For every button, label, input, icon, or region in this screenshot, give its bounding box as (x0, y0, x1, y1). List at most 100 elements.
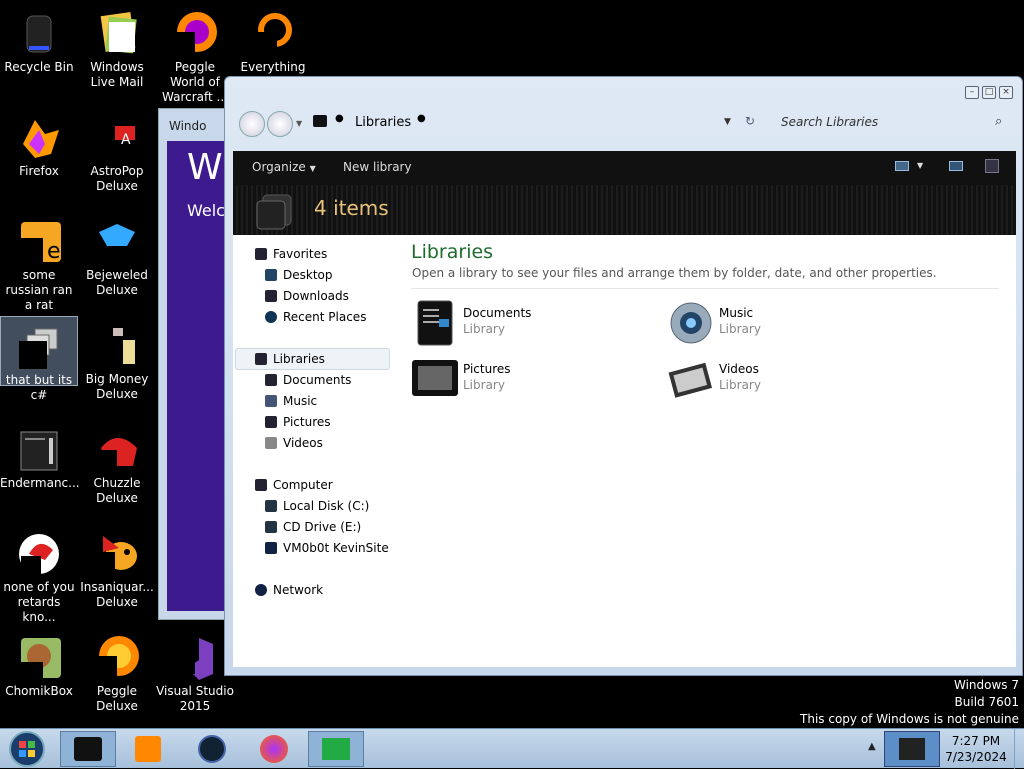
chomikbox-icon (21, 638, 61, 678)
desktop-icon-big-money[interactable]: Big Money Deluxe (78, 316, 156, 402)
breadcrumb-libraries[interactable]: Libraries (355, 115, 411, 130)
desktop-icon-windows-live-mail[interactable]: Windows Live Mail (78, 4, 156, 90)
organize-button[interactable]: Organize ▼ (252, 160, 316, 174)
search-input[interactable]: Search Libraries (781, 115, 878, 129)
installer-icon (322, 738, 350, 760)
documents-icon (265, 374, 277, 386)
music-icon (670, 302, 712, 344)
nav-documents[interactable]: Documents (265, 373, 351, 387)
nav-local-disk[interactable]: Local Disk (C:) (265, 499, 369, 513)
explorer-window[interactable]: – □ × ▼ ● Libraries ● ▼ ↻ Search Librari… (224, 76, 1023, 676)
recent-pages-chevron-icon[interactable]: ▼ (296, 119, 302, 128)
desktop-icon-endermanch[interactable]: Endermanc... (0, 420, 80, 491)
window-stack-icon (19, 328, 58, 369)
search-box[interactable]: Search Libraries ⌕ (773, 111, 1013, 135)
nav-recent-places[interactable]: Recent Places (265, 310, 366, 324)
refresh-icon[interactable]: ↻ (745, 114, 755, 128)
clock[interactable]: 7:27 PM 7/23/2024 (940, 733, 1012, 765)
pictures-icon (412, 360, 458, 396)
videos-icon (265, 437, 277, 449)
address-bar[interactable]: ● Libraries ● ▼ ↻ (305, 113, 770, 133)
start-button[interactable] (6, 730, 48, 768)
view-chevron-down-icon[interactable]: ▼ (917, 161, 923, 170)
taskbar-installer[interactable] (308, 731, 364, 767)
nav-network[interactable]: Network (255, 583, 323, 597)
desktop-icon-firefox[interactable]: Firefox (0, 108, 78, 179)
nav-favorites[interactable]: Favorites (255, 247, 327, 261)
divider (411, 288, 999, 289)
recent-places-icon (265, 311, 277, 323)
bird-icon (19, 534, 59, 576)
nav-videos[interactable]: Videos (265, 436, 323, 450)
astropop-icon: A (99, 126, 135, 158)
show-desktop-button[interactable] (1014, 729, 1024, 769)
library-documents[interactable]: Documents Library (411, 299, 651, 347)
taskbar: ▲ 7:27 PM 7/23/2024 (0, 728, 1024, 769)
back-button[interactable] (239, 111, 265, 137)
chuzzle-icon (97, 438, 137, 472)
taskbar-media-player[interactable] (120, 731, 176, 767)
maximize-button[interactable]: □ (982, 86, 996, 99)
desktop-icon-peggle-wow[interactable]: Peggle World of Warcraft ... (156, 4, 234, 105)
view-options-icon[interactable] (895, 161, 909, 171)
taskbar-explorer[interactable] (60, 731, 116, 767)
desktop-icon-bejeweled[interactable]: Bejeweled Deluxe (78, 212, 156, 298)
background-window-title: Windo (169, 119, 207, 133)
peggle-icon (97, 636, 139, 680)
close-button[interactable]: × (999, 86, 1013, 99)
library-pictures[interactable]: Pictures Library (411, 355, 651, 403)
tray-app[interactable] (884, 731, 940, 767)
content-area: Favorites Desktop Downloads Recent Place… (233, 235, 1016, 667)
nav-downloads[interactable]: Downloads (265, 289, 349, 303)
nav-libraries[interactable]: Libraries (255, 352, 325, 366)
music-icon (265, 395, 277, 407)
film-reel-icon (668, 362, 713, 398)
nav-cd-drive[interactable]: CD Drive (E:) (265, 520, 361, 534)
libraries-icon (255, 353, 267, 365)
nav-network-drive[interactable]: VM0b0t KevinSite (265, 541, 389, 555)
library-music[interactable]: Music Library (665, 299, 905, 347)
svg-text:e: e (47, 239, 61, 264)
desktop-icon-insaniquarium[interactable]: Insaniquar... Deluxe (78, 524, 156, 610)
firefox-icon (260, 735, 288, 763)
item-count: 4 items (314, 196, 389, 220)
network-icon (255, 584, 267, 596)
help-icon[interactable] (985, 159, 999, 173)
fish-icon (97, 536, 137, 574)
pictures-icon (265, 416, 277, 428)
library-videos[interactable]: Videos Library (665, 355, 905, 403)
media-player-icon (135, 736, 161, 762)
visual-studio-icon (177, 638, 213, 680)
forward-button[interactable] (267, 111, 293, 137)
new-library-button[interactable]: New library (343, 160, 412, 174)
recycle-bin-icon (26, 15, 52, 53)
address-dropdown-icon[interactable]: ▼ (724, 117, 731, 127)
desktop-icon-everything[interactable]: Everything (234, 4, 312, 75)
desktop-icon-peggle-deluxe[interactable]: Peggle Deluxe (78, 628, 156, 714)
nav-computer[interactable]: Computer (255, 478, 333, 492)
desktop-icon-chuzzle[interactable]: Chuzzle Deluxe (78, 420, 156, 506)
nav-music[interactable]: Music (265, 394, 317, 408)
genuine-watermark: Windows 7 Build 7601 This copy of Window… (800, 678, 1019, 726)
minimize-button[interactable]: – (965, 86, 979, 99)
peggle-icon (175, 12, 217, 56)
desktop-icon-chomikbox[interactable]: ChomikBox (0, 628, 78, 699)
taskbar-firefox[interactable] (246, 731, 302, 767)
desktop-icon-astropop[interactable]: A AstroPop Deluxe (78, 108, 156, 194)
documents-icon (417, 300, 453, 346)
desktop-icon-visual-studio[interactable]: Visual Studio 2015 (156, 628, 234, 714)
taskbar-media-center[interactable] (184, 731, 240, 767)
network-drive-icon (265, 542, 277, 554)
desktop-icon-recycle-bin[interactable]: Recycle Bin (0, 4, 78, 75)
mail-icon (100, 12, 137, 54)
show-hidden-icons-icon[interactable]: ▲ (868, 741, 876, 752)
command-bar: Organize ▼ New library ▼ (233, 151, 1016, 185)
desktop-icon-russian-rat[interactable]: e some russian ran a rat (0, 212, 78, 313)
preview-pane-icon[interactable] (949, 161, 963, 171)
star-icon (255, 248, 267, 260)
nav-desktop[interactable]: Desktop (265, 268, 333, 282)
nav-pictures[interactable]: Pictures (265, 415, 331, 429)
desktop-icon-that-but-its-csharp[interactable]: that but its c# (0, 316, 78, 402)
desktop-icon-none-of-you[interactable]: none of you retards kno... (0, 524, 78, 625)
firefox-icon (23, 120, 59, 158)
